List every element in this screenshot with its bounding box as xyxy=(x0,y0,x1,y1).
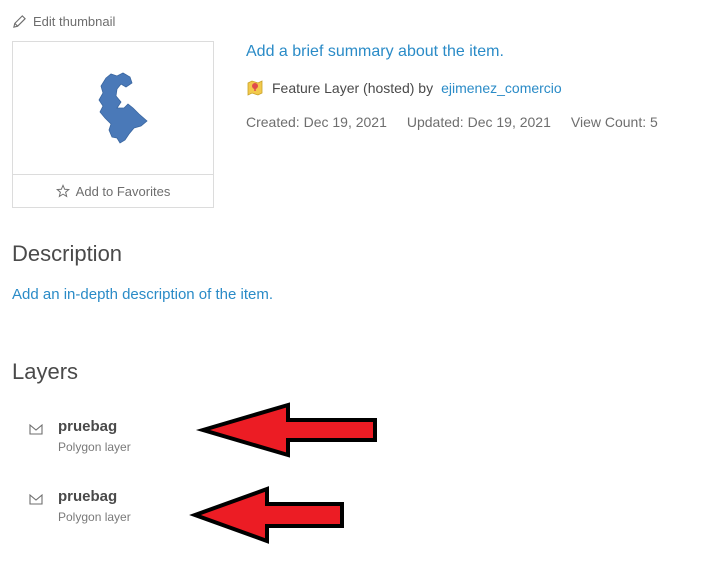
add-to-favorites-button[interactable]: Add to Favorites xyxy=(12,174,214,208)
pencil-icon xyxy=(13,15,26,28)
updated-date: Updated: Dec 19, 2021 xyxy=(406,114,551,130)
item-thumbnail xyxy=(12,41,214,176)
item-type-row: Feature Layer (hosted) by ejimenez_comer… xyxy=(246,79,562,97)
polygon-layer-icon xyxy=(29,493,43,505)
red-arrow-annotation xyxy=(189,486,344,544)
layer-item[interactable]: pruebag Polygon layer xyxy=(28,418,208,458)
view-count: View Count: 5 xyxy=(570,114,658,130)
add-description-link[interactable]: Add an in-depth description of the item. xyxy=(12,286,273,303)
item-type-label: Feature Layer (hosted) by xyxy=(272,80,434,96)
layer-name: pruebag xyxy=(58,418,118,435)
owner-link[interactable]: ejimenez_comercio xyxy=(441,80,562,96)
edit-thumbnail-label: Edit thumbnail xyxy=(33,14,116,29)
star-icon xyxy=(55,184,70,198)
created-date: Created: Dec 19, 2021 xyxy=(246,114,387,130)
feature-layer-icon xyxy=(247,80,263,96)
edit-thumbnail-button[interactable]: Edit thumbnail xyxy=(12,14,115,29)
item-details-page: Edit thumbnail Add to Favorites Add a br… xyxy=(0,0,705,573)
layers-heading: Layers xyxy=(12,359,79,384)
red-arrow-annotation xyxy=(195,402,377,458)
layer-type: Polygon layer xyxy=(58,510,131,524)
layer-name: pruebag xyxy=(58,488,118,505)
add-summary-link[interactable]: Add a brief summary about the item. xyxy=(246,43,504,61)
layer-item[interactable]: pruebag Polygon layer xyxy=(28,488,208,528)
add-to-favorites-label: Add to Favorites xyxy=(75,183,171,199)
item-metadata: Created: Dec 19, 2021 Updated: Dec 19, 2… xyxy=(246,114,658,130)
polygon-layer-icon xyxy=(29,423,43,435)
polygon-map-thumbnail xyxy=(98,72,148,144)
description-heading: Description xyxy=(12,241,123,266)
layer-type: Polygon layer xyxy=(58,440,131,454)
